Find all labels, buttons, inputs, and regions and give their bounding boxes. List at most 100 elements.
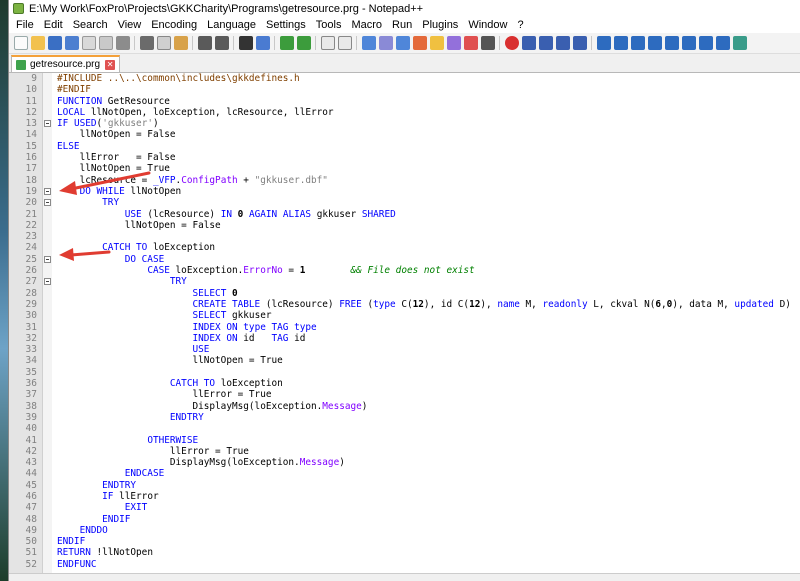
stop-macro-icon[interactable] xyxy=(521,36,536,50)
plugin-e-icon[interactable] xyxy=(664,36,679,50)
code-line[interactable]: 13 IF USED('gkkuser') xyxy=(26,118,800,129)
code-line[interactable]: 18 lcResource = _VFP.ConfigPath + "gkkus… xyxy=(26,175,800,186)
fold-toggle-icon[interactable] xyxy=(43,118,52,129)
code-line[interactable]: 41 OTHERWISE xyxy=(26,435,800,446)
run-macro-multiple-icon[interactable] xyxy=(555,36,570,50)
menu-help[interactable]: ? xyxy=(512,19,528,31)
code-line[interactable]: 47 EXIT xyxy=(26,502,800,513)
menu-search[interactable]: Search xyxy=(68,19,113,31)
code-line[interactable]: 25 DO CASE xyxy=(26,254,800,265)
code-line[interactable]: 26 CASE loException.ErrorNo = 1 && File … xyxy=(26,265,800,276)
menu-encoding[interactable]: Encoding xyxy=(146,19,202,31)
code-line[interactable]: 37 llError = True xyxy=(26,389,800,400)
function-list-icon[interactable] xyxy=(446,36,461,50)
plugin-h-icon[interactable] xyxy=(715,36,730,50)
code-line[interactable]: 49 ENDDO xyxy=(26,525,800,536)
sync-vertical-icon[interactable] xyxy=(320,36,335,50)
code-line[interactable]: 16 llError = False xyxy=(26,152,800,163)
show-all-chars-icon[interactable] xyxy=(378,36,393,50)
code-line[interactable]: 11 FUNCTION GetResource xyxy=(26,96,800,107)
close-icon[interactable] xyxy=(81,36,96,50)
save-macro-icon[interactable] xyxy=(572,36,587,50)
menu-file[interactable]: File xyxy=(11,19,39,31)
record-macro-icon[interactable] xyxy=(504,36,519,50)
doc-map-icon[interactable] xyxy=(429,36,444,50)
code-area[interactable]: 9 #INCLUDE ..\..\common\includes\gkkdefin… xyxy=(26,73,800,570)
code-editor[interactable]: 9 #INCLUDE ..\..\common\includes\gkkdefin… xyxy=(9,73,800,581)
code-line[interactable]: 23 xyxy=(26,231,800,242)
code-line[interactable]: 38 DisplayMsg(loException.Message) xyxy=(26,401,800,412)
code-line[interactable]: 22 llNotOpen = False xyxy=(26,220,800,231)
udl-icon[interactable] xyxy=(412,36,427,50)
code-line[interactable]: 39 ENDTRY xyxy=(26,412,800,423)
plugin-d-icon[interactable] xyxy=(647,36,662,50)
code-line[interactable]: 51 RETURN !llNotOpen xyxy=(26,547,800,558)
plugin-b-icon[interactable] xyxy=(613,36,628,50)
new-file-icon[interactable] xyxy=(13,36,28,50)
play-macro-icon[interactable] xyxy=(538,36,553,50)
code-line[interactable]: 14 llNotOpen = False xyxy=(26,129,800,140)
code-line[interactable]: 15 ELSE xyxy=(26,141,800,152)
word-wrap-icon[interactable] xyxy=(361,36,376,50)
cut-icon[interactable] xyxy=(139,36,154,50)
code-line[interactable]: 46 IF llError xyxy=(26,491,800,502)
sync-horizontal-icon[interactable] xyxy=(337,36,352,50)
code-line[interactable]: 29 CREATE TABLE (lcResource) FREE (type … xyxy=(26,299,800,310)
menu-view[interactable]: View xyxy=(113,19,147,31)
redo-icon[interactable] xyxy=(214,36,229,50)
menu-edit[interactable]: Edit xyxy=(39,19,68,31)
plugin-a-icon[interactable] xyxy=(596,36,611,50)
code-line[interactable]: 10 #ENDIF xyxy=(26,84,800,95)
code-line[interactable]: 44 ENDCASE xyxy=(26,468,800,479)
code-line[interactable]: 31 INDEX ON type TAG type xyxy=(26,322,800,333)
code-line[interactable]: 12 LOCAL llNotOpen, loException, lcResour… xyxy=(26,107,800,118)
code-line[interactable]: 34 llNotOpen = True xyxy=(26,355,800,366)
code-line[interactable]: 36 CATCH TO loException xyxy=(26,378,800,389)
monitoring-icon[interactable] xyxy=(480,36,495,50)
tab-getresource[interactable]: getresource.prg ✕ xyxy=(11,55,121,72)
plugin-g-icon[interactable] xyxy=(698,36,713,50)
code-line[interactable]: 35 xyxy=(26,367,800,378)
code-line[interactable]: 28 SELECT 0 xyxy=(26,288,800,299)
tab-close-icon[interactable]: ✕ xyxy=(105,59,116,70)
indent-guide-icon[interactable] xyxy=(395,36,410,50)
code-line[interactable]: 43 DisplayMsg(loException.Message) xyxy=(26,457,800,468)
menu-language[interactable]: Language xyxy=(202,19,261,31)
fold-toggle-icon[interactable] xyxy=(43,186,52,197)
save-icon[interactable] xyxy=(47,36,62,50)
code-line[interactable]: 48 ENDIF xyxy=(26,514,800,525)
close-all-icon[interactable] xyxy=(98,36,113,50)
copy-icon[interactable] xyxy=(156,36,171,50)
zoom-out-icon[interactable] xyxy=(296,36,311,50)
replace-icon[interactable] xyxy=(255,36,270,50)
zoom-in-icon[interactable] xyxy=(279,36,294,50)
menu-tools[interactable]: Tools xyxy=(311,19,347,31)
code-line[interactable]: 17 llNotOpen = True xyxy=(26,163,800,174)
code-line[interactable]: 20 TRY xyxy=(26,197,800,208)
code-line[interactable]: 33 USE xyxy=(26,344,800,355)
menu-window[interactable]: Window xyxy=(463,19,512,31)
find-icon[interactable] xyxy=(238,36,253,50)
code-line[interactable]: 24 CATCH TO loException xyxy=(26,242,800,253)
code-line[interactable]: 21 USE (lcResource) IN 0 AGAIN ALIAS gkk… xyxy=(26,209,800,220)
code-line[interactable]: 9 #INCLUDE ..\..\common\includes\gkkdefin… xyxy=(31,73,800,84)
code-line[interactable]: 32 INDEX ON id TAG id xyxy=(26,333,800,344)
code-line[interactable]: 42 llError = True xyxy=(26,446,800,457)
code-line[interactable]: 52 ENDFUNC xyxy=(26,559,800,570)
code-line[interactable]: 19 DO WHILE llNotOpen xyxy=(26,186,800,197)
code-line[interactable]: 50 ENDIF xyxy=(26,536,800,547)
open-file-icon[interactable] xyxy=(30,36,45,50)
save-all-icon[interactable] xyxy=(64,36,79,50)
menu-macro[interactable]: Macro xyxy=(346,19,387,31)
code-line[interactable]: 40 xyxy=(26,423,800,434)
fold-toggle-icon[interactable] xyxy=(43,197,52,208)
code-line[interactable]: 30 SELECT gkkuser xyxy=(26,310,800,321)
fold-toggle-icon[interactable] xyxy=(43,254,52,265)
print-icon[interactable] xyxy=(115,36,130,50)
plugin-c-icon[interactable] xyxy=(630,36,645,50)
folder-as-workspace-icon[interactable] xyxy=(463,36,478,50)
paste-icon[interactable] xyxy=(173,36,188,50)
menu-settings[interactable]: Settings xyxy=(261,19,311,31)
code-line[interactable]: 27 TRY xyxy=(26,276,800,287)
fold-toggle-icon[interactable] xyxy=(43,276,52,287)
